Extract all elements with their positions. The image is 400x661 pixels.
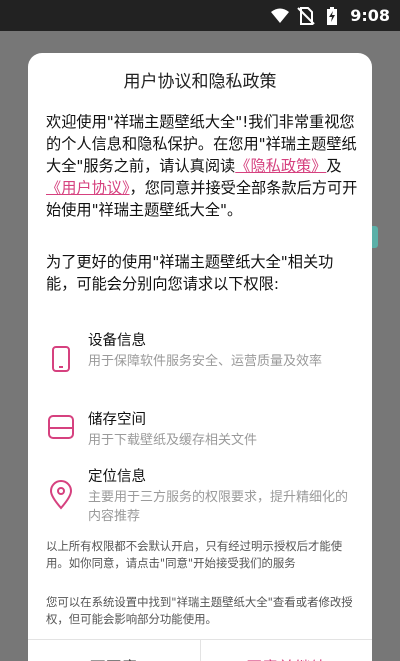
storage-icon	[46, 412, 76, 442]
permission-desc-location: 主要用于三方服务的权限要求，提升精细化的内容推荐	[88, 490, 349, 524]
intro-paragraph: 欢迎使用"祥瑞主题壁纸大全"!我们非常重视您的个人信息和隐私保护。在您用"祥瑞主…	[46, 111, 358, 221]
phone-device-icon	[46, 344, 76, 374]
dialog-button-row: 不同意 同意并继续	[28, 639, 372, 661]
user-agreement-link[interactable]: 《用户协议》	[46, 179, 130, 197]
privacy-policy-link[interactable]: 《隐私政策》	[235, 157, 326, 175]
no-sim-icon	[296, 6, 316, 26]
status-bar: 9:08	[0, 0, 400, 31]
permission-desc-storage: 用于下载壁纸及缓存相关文件	[88, 433, 258, 448]
permissions-intro: 为了更好的使用"祥瑞主题壁纸大全"相关功能，可能会分别向您请求以下权限:	[46, 253, 334, 293]
privacy-dialog: 用户协议和隐私政策 欢迎使用"祥瑞主题壁纸大全"!我们非常重视您的个人信息和隐私…	[28, 53, 372, 661]
settings-note: 您可以在系统设置中找到"祥瑞主题壁纸大全"查看或者修改授权，但可能会影响部分功能…	[46, 595, 353, 626]
permission-title-device: 设备信息	[88, 333, 146, 349]
permission-title-storage: 储存空间	[88, 412, 146, 428]
disagree-button[interactable]: 不同意	[28, 640, 201, 661]
battery-charging-icon	[322, 6, 342, 26]
wifi-icon	[270, 6, 290, 26]
intro-and-text: 及	[326, 157, 342, 175]
permission-desc-device: 用于保障软件服务安全、运营质量及效率	[88, 354, 323, 369]
authorization-note: 以上所有权限都不会默认开启，只有经过明示授权后才能使用。如你同意，请点击"同意"…	[46, 539, 343, 570]
agree-continue-button[interactable]: 同意并继续	[201, 640, 373, 661]
permission-title-location: 定位信息	[88, 469, 146, 485]
status-time: 9:08	[350, 6, 390, 25]
dialog-title: 用户协议和隐私政策	[123, 72, 277, 92]
location-pin-icon	[46, 480, 76, 510]
